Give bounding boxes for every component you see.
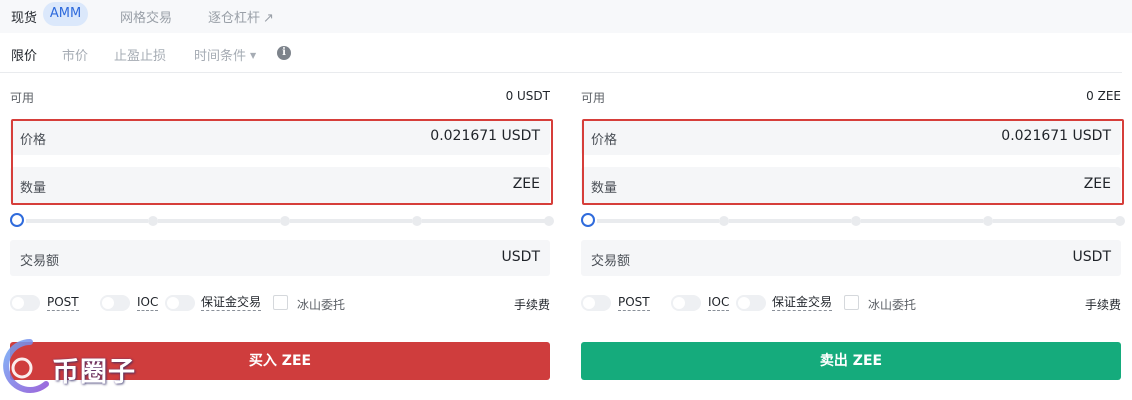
total-unit: USDT [1072, 249, 1111, 265]
iceberg-checkbox[interactable] [844, 295, 859, 310]
slider-handle[interactable] [581, 213, 595, 227]
percent-slider[interactable] [18, 216, 554, 226]
iceberg-option[interactable]: 冰山委托 [273, 294, 363, 312]
slider-segment [158, 219, 280, 223]
total-input[interactable]: 交易额 USDT [10, 240, 550, 276]
slider-step-25[interactable] [719, 216, 729, 226]
tab-amm[interactable]: AMM [43, 2, 88, 26]
margin-label: 保证金交易 [772, 295, 833, 311]
slider-handle[interactable] [10, 213, 24, 227]
margin-toggle[interactable] [736, 295, 766, 311]
iceberg-label: 冰山委托 [868, 298, 917, 312]
margin-toggle[interactable] [165, 295, 195, 311]
amount-input[interactable]: 数量 ZEE [10, 167, 550, 203]
amount-unit: ZEE [1083, 176, 1111, 192]
price-input[interactable]: 价格 0.021671 USDT [10, 119, 550, 155]
post-only-option[interactable]: POST [10, 294, 90, 312]
slider-step-100[interactable] [1115, 216, 1125, 226]
slider-step-100[interactable] [544, 216, 554, 226]
amount-label: 数量 [591, 181, 618, 196]
iceberg-option[interactable]: 冰山委托 [844, 294, 934, 312]
sell-button[interactable]: 卖出 ZEE [581, 342, 1121, 380]
tab-isolated-margin-label: 逐仓杠杆 [208, 11, 261, 26]
info-icon[interactable]: i [277, 46, 291, 60]
post-only-option[interactable]: POST [581, 294, 661, 312]
tab-grid-trading[interactable]: 网格交易 [120, 7, 172, 26]
price-label: 价格 [20, 133, 47, 148]
slider-step-50[interactable] [851, 216, 861, 226]
price-label: 价格 [591, 133, 618, 148]
fee-link[interactable]: 手续费 [1085, 296, 1121, 313]
slider-step-75[interactable] [412, 216, 422, 226]
ioc-toggle[interactable] [671, 295, 701, 311]
ioc-option[interactable]: IOC [100, 294, 160, 312]
fee-link[interactable]: 手续费 [514, 296, 550, 313]
ioc-label: IOC [708, 295, 730, 311]
market-type-bar: 现货 AMM 网格交易 逐仓杠杆 ↗ [0, 0, 1132, 33]
tab-time-condition-label: 时间条件 [194, 49, 247, 64]
ioc-option[interactable]: IOC [671, 294, 731, 312]
buy-button[interactable]: 买入 ZEE [10, 342, 550, 380]
tab-market[interactable]: 市价 [62, 45, 88, 64]
amount-label: 数量 [20, 181, 47, 196]
slider-segment [861, 219, 983, 223]
slider-step-75[interactable] [983, 216, 993, 226]
tab-spot[interactable]: 现货 [11, 7, 37, 26]
margin-option[interactable]: 保证金交易 [736, 294, 836, 312]
post-only-label: POST [618, 295, 650, 311]
available-balance: 0 USDT [505, 89, 550, 103]
sell-panel: 可用 0 ZEE 价格 0.021671 USDT 数量 ZEE 交易额 USD… [581, 73, 1125, 396]
tab-isolated-margin[interactable]: 逐仓杠杆 ↗ [208, 7, 274, 26]
available-balance: 0 ZEE [1086, 89, 1121, 103]
tab-stop-limit[interactable]: 止盈止损 [114, 45, 166, 64]
total-input[interactable]: 交易额 USDT [581, 240, 1121, 276]
iceberg-checkbox[interactable] [273, 295, 288, 310]
percent-slider[interactable] [589, 216, 1125, 226]
total-unit: USDT [501, 249, 540, 265]
slider-segment [993, 219, 1117, 223]
slider-segment [290, 219, 412, 223]
post-only-toggle[interactable] [581, 295, 611, 311]
slider-segment [26, 219, 148, 223]
slider-step-50[interactable] [280, 216, 290, 226]
post-only-toggle[interactable] [10, 295, 40, 311]
amount-unit: ZEE [512, 176, 540, 192]
caret-down-icon: ▼ [250, 51, 257, 60]
amount-input[interactable]: 数量 ZEE [581, 167, 1121, 203]
post-only-label: POST [47, 295, 79, 311]
slider-segment [422, 219, 546, 223]
margin-label: 保证金交易 [201, 295, 262, 311]
margin-option[interactable]: 保证金交易 [165, 294, 265, 312]
slider-segment [729, 219, 851, 223]
slider-segment [597, 219, 719, 223]
price-value: 0.021671 USDT [1001, 128, 1111, 144]
tab-time-condition[interactable]: 时间条件 ▼ [194, 45, 256, 64]
tab-limit[interactable]: 限价 [11, 45, 37, 64]
total-label: 交易额 [20, 254, 60, 269]
buy-panel: 可用 0 USDT 价格 0.021671 USDT 数量 ZEE 交易额 US… [10, 73, 554, 396]
ioc-label: IOC [137, 295, 159, 311]
arrow-up-right-icon: ↗ [263, 11, 274, 26]
slider-step-25[interactable] [148, 216, 158, 226]
available-label: 可用 [10, 91, 35, 105]
total-label: 交易额 [591, 254, 631, 269]
ioc-toggle[interactable] [100, 295, 130, 311]
iceberg-label: 冰山委托 [297, 298, 346, 312]
price-input[interactable]: 价格 0.021671 USDT [581, 119, 1121, 155]
available-label: 可用 [581, 91, 606, 105]
price-value: 0.021671 USDT [430, 128, 540, 144]
